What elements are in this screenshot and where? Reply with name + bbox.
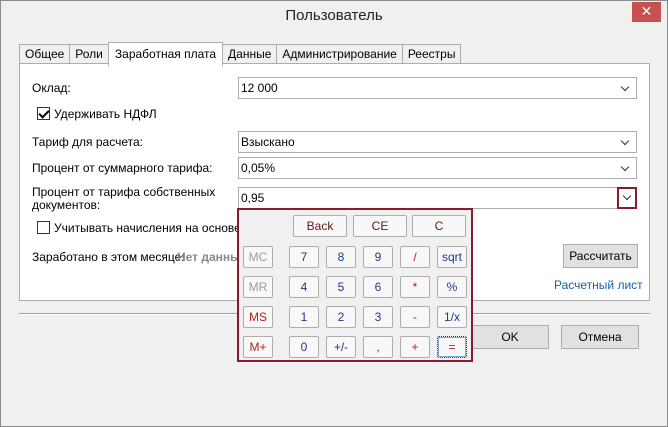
calc-ms-button[interactable]: MS	[243, 306, 273, 328]
user-dialog: Пользователь ✕ Общее Роли Заработная пла…	[0, 0, 668, 427]
percent-own-label-line2: документов:	[32, 198, 101, 212]
consider-accruals-label: Учитывать начисления на основе ат	[54, 221, 257, 235]
earned-value: Нет данны	[177, 250, 241, 264]
tab-roles[interactable]: Роли	[69, 44, 109, 65]
calculator-popup: Back CE C MC 7 8 9 / sqrt MR 4 5 6 * % M…	[237, 208, 473, 362]
calc-mplus-button[interactable]: M+	[243, 336, 273, 358]
withhold-ndfl-checkbox[interactable]	[37, 107, 50, 120]
calc-3-button[interactable]: 3	[363, 306, 393, 328]
ok-button[interactable]: OK	[471, 325, 549, 349]
percent-own-label-line1: Процент от тарифа собственных	[32, 185, 216, 199]
percent-own-value: 0,95	[241, 191, 265, 205]
calc-back-button[interactable]: Back	[293, 215, 347, 237]
close-icon: ✕	[640, 3, 653, 19]
tariff-combo[interactable]: Взыскано	[238, 131, 637, 153]
calc-percent-button[interactable]: %	[437, 276, 467, 298]
cancel-button[interactable]: Отмена	[561, 325, 639, 349]
earned-label: Заработано в этом месяце:	[32, 250, 185, 264]
tab-administration[interactable]: Администрирование	[276, 44, 403, 65]
calc-8-button[interactable]: 8	[326, 246, 356, 268]
tab-general[interactable]: Общее	[19, 44, 71, 65]
title-bar[interactable]: Пользователь ✕	[1, 1, 667, 33]
calc-plus-button[interactable]: +	[400, 336, 430, 358]
consider-accruals-checkbox[interactable]	[37, 221, 50, 234]
calc-minus-button[interactable]: -	[400, 306, 430, 328]
chevron-down-icon[interactable]	[618, 80, 634, 96]
withhold-ndfl-label: Удерживать НДФЛ	[54, 107, 157, 121]
tariff-label: Тариф для расчета:	[32, 135, 143, 149]
tab-salary[interactable]: Заработная плата	[107, 42, 224, 66]
calc-divide-button[interactable]: /	[400, 246, 430, 268]
salary-value: 12 000	[241, 81, 278, 95]
percent-total-label: Процент от суммарного тарифа:	[32, 161, 213, 175]
calculate-button[interactable]: Рассчитать	[563, 244, 638, 268]
calc-2-button[interactable]: 2	[326, 306, 356, 328]
chevron-down-icon[interactable]	[618, 134, 634, 150]
salary-label: Оклад:	[32, 81, 71, 95]
close-button[interactable]: ✕	[632, 2, 661, 22]
calc-5-button[interactable]: 5	[326, 276, 356, 298]
tariff-value: Взыскано	[241, 135, 295, 149]
calc-decimal-button[interactable]: ,	[363, 336, 393, 358]
calc-1-button[interactable]: 1	[289, 306, 319, 328]
calc-0-button[interactable]: 0	[289, 336, 319, 358]
percent-own-combo[interactable]: 0,95	[238, 187, 637, 209]
calc-6-button[interactable]: 6	[363, 276, 393, 298]
calc-c-button[interactable]: C	[412, 215, 466, 237]
calc-mr-button[interactable]: MR	[243, 276, 273, 298]
calc-equals-button[interactable]: =	[437, 336, 467, 358]
calc-multiply-button[interactable]: *	[400, 276, 430, 298]
payslip-link[interactable]: Расчетный лист	[554, 278, 643, 292]
calc-mc-button[interactable]: MC	[243, 246, 273, 268]
calc-7-button[interactable]: 7	[289, 246, 319, 268]
percent-total-value: 0,05%	[241, 161, 276, 175]
tab-registries[interactable]: Реестры	[401, 44, 462, 65]
percent-total-combo[interactable]: 0,05%	[238, 157, 637, 179]
chevron-down-icon[interactable]	[617, 187, 637, 209]
calc-4-button[interactable]: 4	[289, 276, 319, 298]
calc-reciprocal-button[interactable]: 1/x	[437, 306, 467, 328]
calc-ce-button[interactable]: CE	[353, 215, 407, 237]
calc-sign-button[interactable]: +/-	[326, 336, 356, 358]
calc-9-button[interactable]: 9	[363, 246, 393, 268]
tab-data[interactable]: Данные	[222, 44, 278, 65]
tab-strip: Общее Роли Заработная плата Данные Админ…	[19, 42, 462, 66]
salary-combo[interactable]: 12 000	[238, 77, 637, 99]
window-title: Пользователь	[285, 7, 383, 24]
chevron-down-icon[interactable]	[618, 160, 634, 176]
calc-sqrt-button[interactable]: sqrt	[437, 246, 467, 268]
